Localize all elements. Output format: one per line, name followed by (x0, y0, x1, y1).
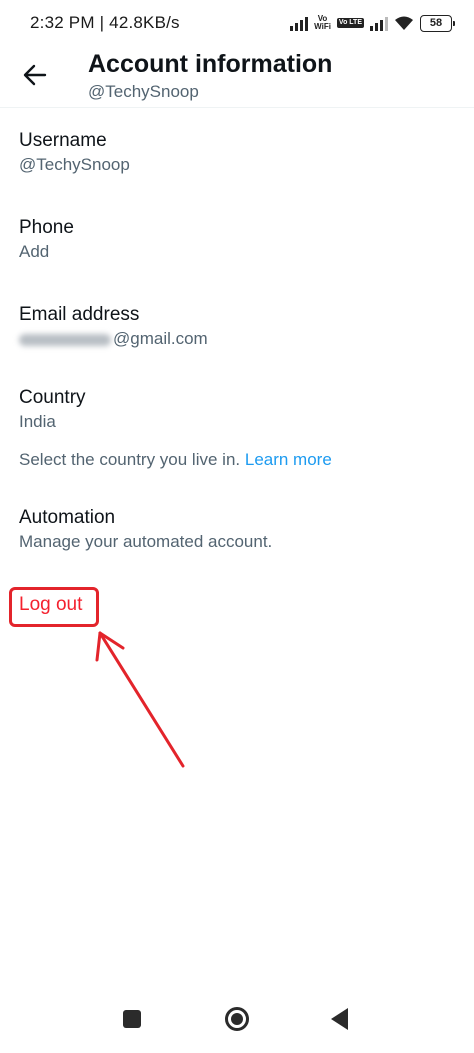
email-blurred-username (19, 333, 111, 346)
battery-icon: 58 (420, 14, 455, 32)
status-bar: 2:32 PM | 42.8KB/s Vo WiFi Vo LTE 58 (0, 0, 474, 46)
country-label: Country (19, 387, 86, 408)
username-row[interactable]: Username @TechySnoop (19, 129, 455, 176)
screen: 2:32 PM | 42.8KB/s Vo WiFi Vo LTE 58 Acc… (0, 0, 474, 1053)
header: Account information @TechySnoop (0, 46, 474, 108)
signal-icon-2 (370, 16, 388, 31)
status-time-speed: 2:32 PM | 42.8KB/s (30, 13, 180, 32)
square-icon[interactable] (123, 1010, 141, 1028)
back-button[interactable] (18, 58, 52, 92)
learn-more-link[interactable]: Learn more (245, 450, 332, 469)
email-row[interactable]: Email address @gmail.com (19, 303, 455, 350)
wifi-icon (395, 16, 413, 30)
email-value: @gmail.com (19, 328, 455, 350)
email-domain: @gmail.com (113, 329, 208, 348)
page-title: Account information (88, 50, 333, 78)
circle-home-icon[interactable] (225, 1007, 249, 1031)
phone-row[interactable]: Phone Add (19, 216, 455, 263)
triangle-back-icon[interactable] (331, 1008, 348, 1030)
volte-icon: Vo LTE (336, 18, 364, 28)
automation-row[interactable]: Automation Manage your automated account… (19, 506, 455, 553)
country-row[interactable]: Country India (19, 386, 455, 433)
logout-button[interactable]: Log out (19, 594, 82, 616)
page-subtitle-handle: @TechySnoop (88, 82, 199, 101)
phone-label: Phone (19, 217, 74, 238)
email-label: Email address (19, 304, 140, 325)
automation-value: Manage your automated account. (19, 532, 273, 551)
system-nav-bar (0, 995, 474, 1053)
automation-label: Automation (19, 507, 116, 528)
status-icons: Vo WiFi Vo LTE 58 (290, 14, 455, 32)
signal-icon (290, 16, 309, 31)
country-hint-text: Select the country you live in. (19, 450, 241, 469)
username-value: @TechySnoop (19, 155, 130, 174)
country-hint: Select the country you live in. Learn mo… (19, 449, 455, 471)
vo-wifi-icon: Vo WiFi (314, 14, 331, 31)
arrow-left-icon (23, 64, 47, 86)
country-value: India (19, 412, 56, 431)
username-label: Username (19, 130, 107, 151)
phone-value: Add (19, 242, 50, 261)
